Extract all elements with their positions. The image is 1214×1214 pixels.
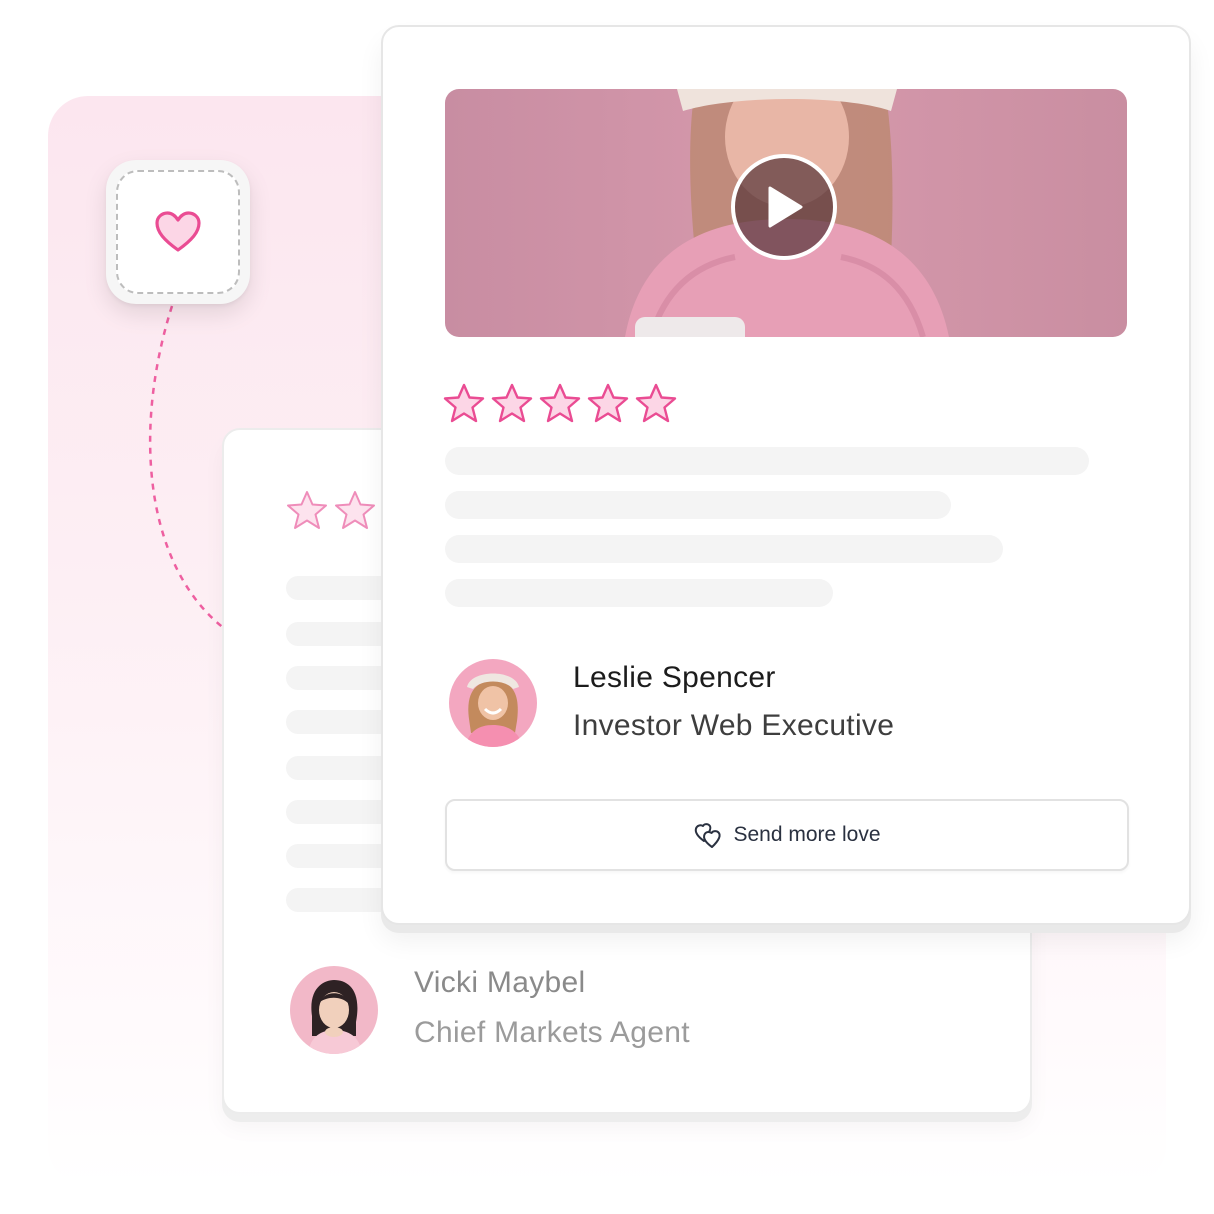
author-name: Vicki Maybel <box>414 966 586 999</box>
avatar <box>290 966 378 1054</box>
text-placeholder-line <box>286 844 396 868</box>
send-more-love-label: Send more love <box>733 823 881 846</box>
video-thumbnail[interactable] <box>445 89 1127 337</box>
text-placeholder-line <box>286 800 396 824</box>
text-placeholder-line <box>286 888 396 912</box>
text-placeholder-line <box>286 576 396 600</box>
heart-app-tile[interactable] <box>106 160 250 304</box>
hearts-icon <box>695 823 722 848</box>
rating-stars <box>286 490 376 530</box>
text-placeholder-line <box>445 491 951 519</box>
text-placeholder-line <box>286 756 396 780</box>
star-icon <box>635 383 677 423</box>
text-placeholder-line <box>286 622 396 646</box>
text-placeholder-line <box>286 710 396 734</box>
star-icon <box>539 383 581 423</box>
play-button[interactable] <box>731 154 837 260</box>
star-icon <box>443 383 485 423</box>
testimonial-card-featured[interactable]: Leslie Spencer Investor Web Executive Se… <box>381 25 1191 925</box>
author-role: Investor Web Executive <box>573 709 895 742</box>
star-icon <box>335 491 375 529</box>
author-name: Leslie Spencer <box>573 661 776 694</box>
play-icon <box>768 186 803 228</box>
avatar <box>449 659 537 747</box>
star-icon <box>587 383 629 423</box>
star-icon <box>287 491 327 529</box>
heart-icon <box>155 211 201 252</box>
text-placeholder-line <box>286 666 396 690</box>
author-role: Chief Markets Agent <box>414 1016 690 1049</box>
text-placeholder-line <box>445 447 1089 475</box>
text-placeholder-line <box>445 579 833 607</box>
rating-stars <box>443 383 677 423</box>
heart-tile-inner <box>116 170 240 294</box>
text-placeholder-line <box>445 535 1003 563</box>
send-more-love-button[interactable]: Send more love <box>445 799 1129 871</box>
star-icon <box>491 383 533 423</box>
